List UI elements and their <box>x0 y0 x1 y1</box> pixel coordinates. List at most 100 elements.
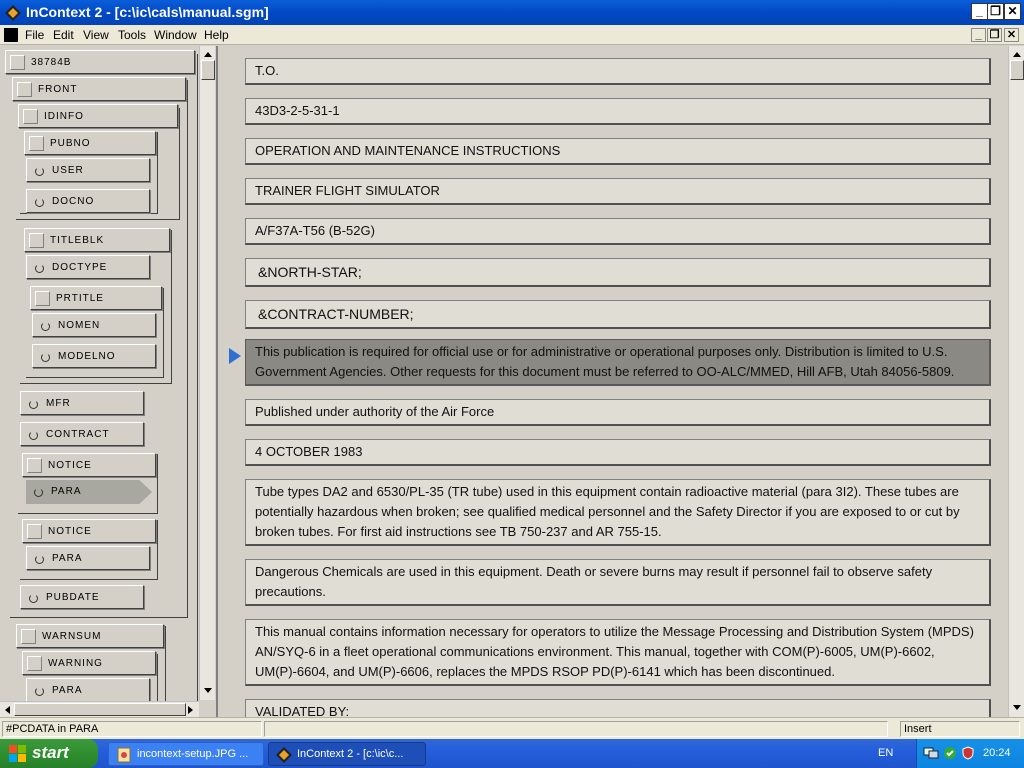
restore-button[interactable]: ❐ <box>987 3 1004 20</box>
scroll-right-icon[interactable] <box>188 706 193 714</box>
system-tray: 20:24 <box>916 739 1024 768</box>
tree-node-label: PARA <box>51 486 82 497</box>
tree-node[interactable]: TITLEBLK <box>24 228 170 252</box>
shield-icon[interactable] <box>961 746 975 760</box>
tree-node-label: 38784B <box>31 57 72 68</box>
doc-entity[interactable]: &NORTH-STAR; <box>245 258 991 287</box>
leaf-icon <box>41 353 50 362</box>
doc-para[interactable]: Published under authority of the Air For… <box>245 399 991 426</box>
menu-view[interactable]: View <box>83 28 109 42</box>
taskbar-item-active[interactable]: InContext 2 - [c:\ic\c... <box>268 742 426 766</box>
tree-leaf[interactable]: PARA <box>26 678 150 702</box>
menu-edit[interactable]: Edit <box>53 28 74 42</box>
tree-node[interactable]: WARNSUM <box>16 624 164 648</box>
tree-node-label: USER <box>52 165 84 176</box>
leaf-icon <box>29 594 38 603</box>
scroll-up-icon[interactable] <box>1013 52 1021 57</box>
scroll-thumb[interactable] <box>1010 60 1024 80</box>
doc-para[interactable]: TRAINER FLIGHT SIMULATOR <box>245 178 991 205</box>
tree-leaf[interactable]: USER <box>26 158 150 182</box>
scroll-down-icon[interactable] <box>204 688 212 693</box>
expand-box <box>35 291 50 306</box>
menu-file[interactable]: File <box>25 28 44 42</box>
doc-para[interactable]: 4 OCTOBER 1983 <box>245 439 991 466</box>
security-icon[interactable] <box>943 746 957 760</box>
window-title: InContext 2 - [c:\ic\cals\manual.sgm] <box>26 4 269 20</box>
expand-box <box>27 458 42 473</box>
tree-node[interactable]: 38784B <box>5 50 195 74</box>
doc-para[interactable]: This manual contains information necessa… <box>245 619 991 686</box>
doc-para-selected[interactable]: This publication is required for officia… <box>245 339 991 386</box>
tree-node-label: DOCTYPE <box>52 262 108 273</box>
document-icon[interactable] <box>4 28 18 42</box>
tree-node-label: PUBDATE <box>46 592 100 603</box>
doc-minimize-button[interactable]: _ <box>971 28 986 42</box>
menu-tools[interactable]: Tools <box>118 28 146 42</box>
doc-para[interactable]: A/F37A-T56 (B-52G) <box>245 218 991 245</box>
doc-para[interactable]: 43D3-2-5-31-1 <box>245 98 991 125</box>
cursor-marker-icon <box>229 348 241 364</box>
tree-node[interactable]: IDINFO <box>18 104 178 128</box>
leaf-icon <box>35 264 44 273</box>
tree-leaf[interactable]: DOCNO <box>26 189 150 213</box>
clock[interactable]: 20:24 <box>983 747 1011 759</box>
doc-para[interactable]: Dangerous Chemicals are used in this equ… <box>245 559 991 606</box>
start-button[interactable]: start <box>0 739 98 768</box>
tree-node[interactable]: WARNING <box>22 651 156 675</box>
doc-para[interactable]: VALIDATED BY: <box>245 699 991 717</box>
tree-node[interactable]: PUBNO <box>24 131 156 155</box>
scroll-thumb[interactable] <box>14 703 186 716</box>
tree-node-label: MODELNO <box>58 351 116 362</box>
scroll-left-icon[interactable] <box>5 706 10 714</box>
title-bar[interactable]: InContext 2 - [c:\ic\cals\manual.sgm] _ … <box>0 0 1024 25</box>
doc-para[interactable]: OPERATION AND MAINTENANCE INSTRUCTIONS <box>245 138 991 165</box>
tree-leaf[interactable]: NOMEN <box>32 313 156 337</box>
app-icon <box>276 747 292 763</box>
tree-leaf[interactable]: CONTRACT <box>20 422 144 446</box>
tree-leaf[interactable]: MFR <box>20 391 144 415</box>
doc-entity[interactable]: &CONTRACT-NUMBER; <box>245 300 991 329</box>
language-indicator[interactable]: EN <box>878 747 893 759</box>
tree-node-label: NOMEN <box>58 320 101 331</box>
tree-node[interactable]: FRONT <box>12 77 186 101</box>
tree-vertical-scrollbar[interactable] <box>199 46 215 700</box>
scroll-down-icon[interactable] <box>1013 705 1021 710</box>
network-icon[interactable] <box>923 746 939 760</box>
minimize-button[interactable]: _ <box>971 3 988 20</box>
tree-horizontal-scrollbar[interactable] <box>0 701 199 717</box>
tree-node-label: PARA <box>52 553 83 564</box>
app-icon <box>5 5 21 21</box>
tree-node-label: PUBNO <box>50 138 91 149</box>
doc-para[interactable]: Tube types DA2 and 6530/PL-35 (TR tube) … <box>245 479 991 546</box>
scroll-up-icon[interactable] <box>204 52 212 57</box>
leaf-icon <box>35 167 44 176</box>
tree-node-label: PRTITLE <box>56 293 104 304</box>
tree-node[interactable]: NOTICE <box>22 453 156 477</box>
tree-leaf[interactable]: PUBDATE <box>20 585 144 609</box>
tree-node[interactable]: NOTICE <box>22 519 156 543</box>
tree-node-label: DOCNO <box>52 196 95 207</box>
document-vertical-scrollbar[interactable] <box>1008 46 1024 717</box>
status-context: #PCDATA in PARA <box>2 721 262 737</box>
tree-node[interactable]: PRTITLE <box>30 286 162 310</box>
doc-para[interactable]: T.O. <box>245 58 991 85</box>
tree-leaf[interactable]: MODELNO <box>32 344 156 368</box>
document-pane[interactable]: T.O. 43D3-2-5-31-1 OPERATION AND MAINTEN… <box>220 46 1024 717</box>
tree-leaf[interactable]: PARA <box>26 546 150 570</box>
doc-close-button[interactable]: ✕ <box>1004 28 1019 42</box>
taskbar-item[interactable]: incontext-setup.JPG ... <box>108 742 264 766</box>
doc-restore-button[interactable]: ❐ <box>987 28 1002 42</box>
tree-leaf-selected[interactable]: PARA <box>26 480 152 504</box>
expand-box <box>17 82 32 97</box>
menu-help[interactable]: Help <box>204 28 229 42</box>
expand-box <box>10 55 25 70</box>
close-button[interactable]: ✕ <box>1004 3 1021 20</box>
leaf-icon <box>41 322 50 331</box>
scroll-thumb[interactable] <box>201 60 215 80</box>
structure-tree-pane[interactable]: 38784B FRONT IDINFO PUBNO USER DOCNO TIT… <box>0 46 218 717</box>
leaf-icon <box>29 400 38 409</box>
tree-leaf[interactable]: DOCTYPE <box>26 255 150 279</box>
tree-node-label: WARNSUM <box>42 631 102 642</box>
menu-window[interactable]: Window <box>154 28 197 42</box>
expand-box <box>27 524 42 539</box>
